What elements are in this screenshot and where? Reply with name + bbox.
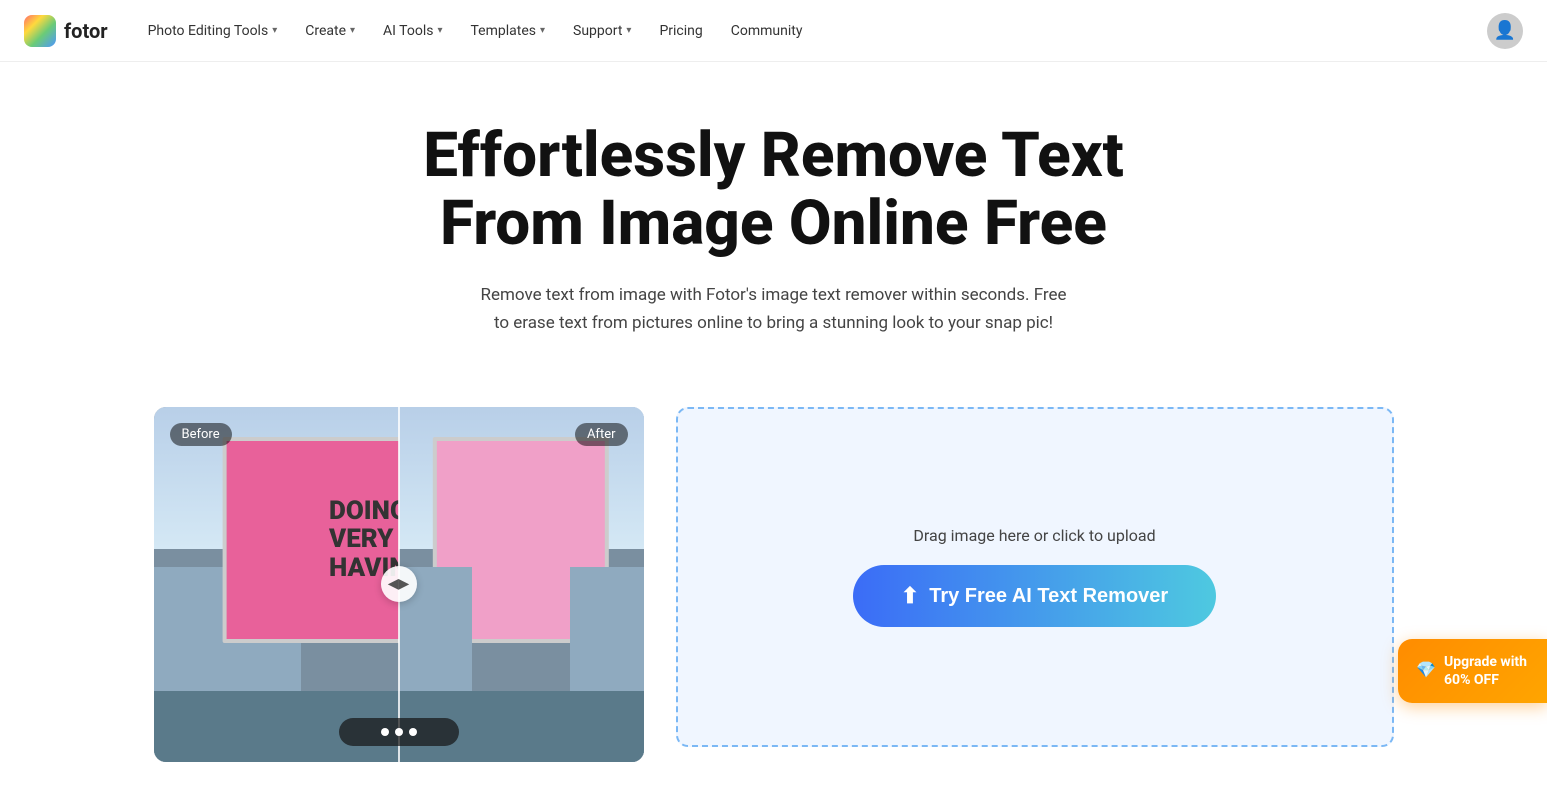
nav-item-templates-label: Templates [470,23,536,39]
upload-hint: Drag image here or click to upload [913,526,1155,545]
chevron-down-icon: ▾ [350,25,355,36]
after-label: After [575,423,628,446]
upgrade-text: Upgrade with 60% OFF [1444,653,1527,689]
nav-item-pricing[interactable]: Pricing [647,15,714,47]
nav-item-ai-tools-label: AI Tools [383,23,433,39]
nav-item-ai-tools[interactable]: AI Tools ▾ [371,15,454,47]
upgrade-label: Upgrade with [1444,653,1527,671]
slider-dot [381,728,389,736]
slider-dot [395,728,403,736]
navbar: fotor Photo Editing Tools ▾ Create ▾ AI … [0,0,1547,62]
slider-bar[interactable] [339,718,459,746]
nav-item-create-label: Create [305,23,346,39]
upload-panel[interactable]: Drag image here or click to upload ⬆ Try… [676,407,1394,747]
hero-subtitle: Remove text from image with Fotor's imag… [474,282,1074,336]
nav-item-create[interactable]: Create ▾ [293,15,367,47]
main-content: DOING N VERY DIFFE HAVING NO ◀▶ Before [74,377,1474,802]
try-ai-text-remover-button[interactable]: ⬆ Try Free AI Text Remover [853,565,1216,627]
diamond-icon: 💎 [1416,660,1436,681]
after-scene [399,407,644,762]
nav-item-community-label: Community [731,23,803,39]
logo-link[interactable]: fotor [24,15,108,47]
nav-items: Photo Editing Tools ▾ Create ▾ AI Tools … [136,15,1487,47]
before-after-panel: DOING N VERY DIFFE HAVING NO ◀▶ Before [154,407,644,762]
before-label: Before [170,423,232,446]
nav-item-photo-editing[interactable]: Photo Editing Tools ▾ [136,15,290,47]
chevron-down-icon: ▾ [272,25,277,36]
logo-icon [24,15,56,47]
hero-section: Effortlessly Remove Text From Image Onli… [0,62,1547,377]
nav-item-support-label: Support [573,23,622,39]
logo-text: fotor [64,19,108,43]
upgrade-discount: 60% OFF [1444,671,1527,689]
nav-item-pricing-label: Pricing [659,23,702,39]
upload-button-label: Try Free AI Text Remover [929,585,1168,608]
upgrade-badge[interactable]: 💎 Upgrade with 60% OFF [1398,639,1547,703]
nav-item-community[interactable]: Community [719,15,815,47]
after-overlay [399,407,644,762]
chevron-down-icon: ▾ [626,25,631,36]
user-avatar[interactable]: 👤 [1487,13,1523,49]
chevron-down-icon: ▾ [437,25,442,36]
hero-title: Effortlessly Remove Text From Image Onli… [384,122,1164,258]
chevron-down-icon: ▾ [540,25,545,36]
nav-item-photo-editing-label: Photo Editing Tools [148,23,269,39]
ba-handle[interactable]: ◀▶ [381,566,417,602]
slider-dot [409,728,417,736]
upload-icon: ⬆ [901,583,919,609]
nav-item-support[interactable]: Support ▾ [561,15,643,47]
nav-item-templates[interactable]: Templates ▾ [458,15,557,47]
